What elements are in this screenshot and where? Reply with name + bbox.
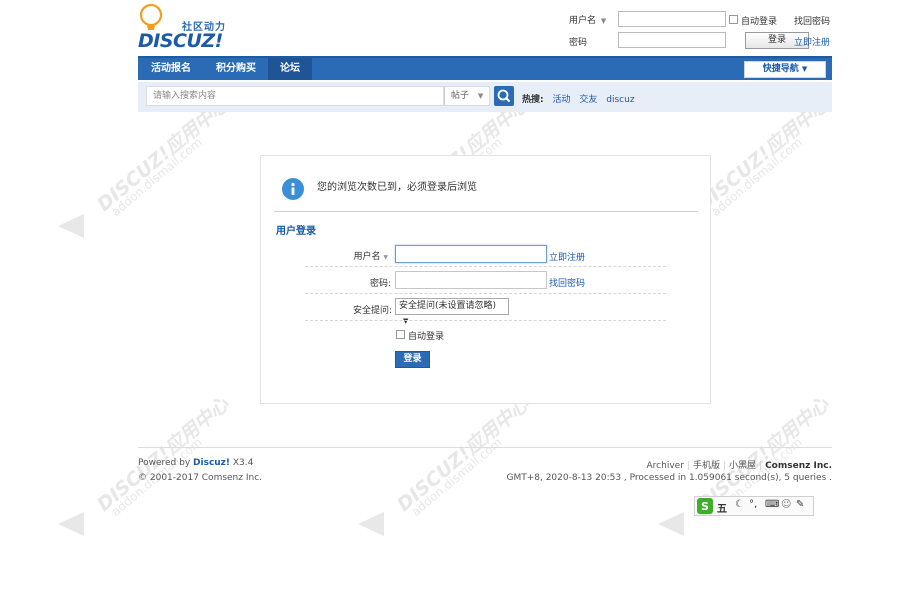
password-input[interactable]: [395, 271, 547, 289]
quick-nav-button[interactable]: 快捷导航 ▼: [744, 61, 826, 78]
register-link-form[interactable]: 立即注册: [549, 250, 585, 263]
footer-link-comsenz[interactable]: Comsenz Inc.: [765, 461, 832, 471]
copyright: © 2001-2017 Comsenz Inc.: [138, 473, 263, 483]
auto-login-checkbox[interactable]: [729, 15, 738, 24]
quick-nav-label: 快捷导航: [762, 64, 799, 74]
ime-toolbar: S 五 ☾ °, ⌨ ☺ ✎: [694, 496, 814, 516]
chevron-down-icon[interactable]: ▼: [601, 17, 606, 25]
lightbulb-logo-icon: [139, 3, 163, 30]
search-input[interactable]: 请输入搜索内容: [146, 86, 444, 106]
caret-down-icon: ▼: [801, 65, 808, 73]
info-icon: [282, 178, 304, 200]
svg-text:S: S: [701, 500, 709, 513]
search-button[interactable]: [494, 86, 514, 106]
hot-search-label: 热搜:: [522, 95, 544, 105]
search-type-select[interactable]: 帖子 ▼: [444, 86, 490, 106]
punctuation-icon[interactable]: °,: [749, 499, 757, 510]
footer-links: Archiver | 手机版 | 小黑屋 | Comsenz Inc.: [646, 461, 832, 471]
watermark: DISCUZ!应用中心: [93, 393, 234, 516]
auto-login-label: 自动登录: [741, 17, 778, 27]
search-icon: [497, 89, 511, 103]
login-section-title: 用户登录: [276, 226, 316, 237]
row-divider: [305, 293, 666, 294]
username-label: 用户名: [569, 16, 597, 26]
watermark-arrow: [358, 512, 384, 536]
password-label: 密码: [569, 38, 588, 48]
hot-search: 热搜: 活动 交友 discuz: [522, 92, 635, 105]
keyboard-icon[interactable]: ⌨: [765, 499, 779, 510]
wrench-icon[interactable]: ✎: [796, 499, 804, 510]
search-type-label: 帖子: [451, 91, 470, 101]
password-field-label: 密码:: [369, 279, 391, 289]
username-field-label: 用户名 ▼: [308, 249, 388, 262]
username-label-text: 用户名: [353, 252, 381, 262]
footer-stats: GMT+8, 2020-8-13 20:53 , Processed in 1.…: [506, 473, 832, 483]
nav-item-forum[interactable]: 论坛: [268, 58, 312, 80]
form-auto-login-checkbox[interactable]: [396, 330, 405, 339]
password-label-wrap: 密码: [569, 35, 587, 48]
find-password-link-form[interactable]: 找回密码: [549, 276, 585, 289]
notice-message: 您的浏览次数已到，必须登录后浏览: [317, 182, 477, 193]
register-link[interactable]: 立即注册: [794, 35, 830, 48]
form-auto-login-label: 自动登录: [408, 332, 445, 342]
watermark-sub: addon.dismall.com: [708, 135, 805, 219]
user-icon[interactable]: ☺: [781, 499, 791, 510]
row-divider: [305, 320, 666, 321]
login-submit-button[interactable]: 登录: [395, 351, 430, 368]
hot-term-link[interactable]: discuz: [606, 95, 634, 105]
hot-term-link[interactable]: 交友: [579, 95, 597, 105]
watermark: DISCUZ!应用中心: [393, 393, 534, 516]
sogou-logo-icon[interactable]: S: [696, 497, 714, 515]
security-field-label: 安全提问:: [352, 306, 392, 316]
watermark-arrow: [58, 512, 84, 536]
divider: [274, 211, 698, 212]
footer-divider: [138, 447, 832, 448]
footer-link-archiver[interactable]: Archiver: [647, 461, 684, 471]
version: X3.4: [230, 458, 254, 468]
powered-by: Powered by Discuz! X3.4: [138, 458, 253, 468]
footer-link-mobile[interactable]: 手机版: [693, 461, 720, 471]
security-question-select[interactable]: 安全提问(未设置请忽略) ▼: [395, 298, 509, 325]
header-username-input[interactable]: [618, 11, 726, 27]
header-login: 用户名 ▼: [569, 13, 606, 26]
security-question-value: 安全提问(未设置请忽略): [399, 301, 497, 311]
find-password-link[interactable]: 找回密码: [794, 14, 830, 27]
main-nav: 活动报名 积分购买 论坛 快捷导航 ▼: [138, 56, 832, 80]
header-password-input[interactable]: [618, 32, 726, 48]
nav-item-events[interactable]: 活动报名: [138, 58, 204, 80]
powered-by-prefix: Powered by: [138, 458, 194, 468]
chevron-down-icon[interactable]: ▼: [383, 254, 388, 261]
chevron-down-icon: ▼: [477, 92, 484, 100]
logo-wordmark: DISCUZ!: [138, 30, 223, 52]
moon-icon[interactable]: ☾: [735, 499, 744, 510]
powered-by-link[interactable]: Discuz!: [193, 458, 230, 468]
watermark-arrow: [58, 214, 84, 238]
footer-link-blacklist[interactable]: 小黑屋: [729, 461, 756, 471]
ime-mode[interactable]: 五: [717, 500, 727, 515]
nav-item-credits[interactable]: 积分购买: [204, 58, 268, 80]
chevron-down-icon: ▼: [403, 317, 409, 325]
watermark-arrow: [658, 512, 684, 536]
watermark-sub: addon.dismall.com: [108, 135, 205, 219]
row-divider: [305, 266, 666, 267]
hot-term-link[interactable]: 活动: [552, 95, 570, 105]
username-input[interactable]: [395, 245, 547, 263]
